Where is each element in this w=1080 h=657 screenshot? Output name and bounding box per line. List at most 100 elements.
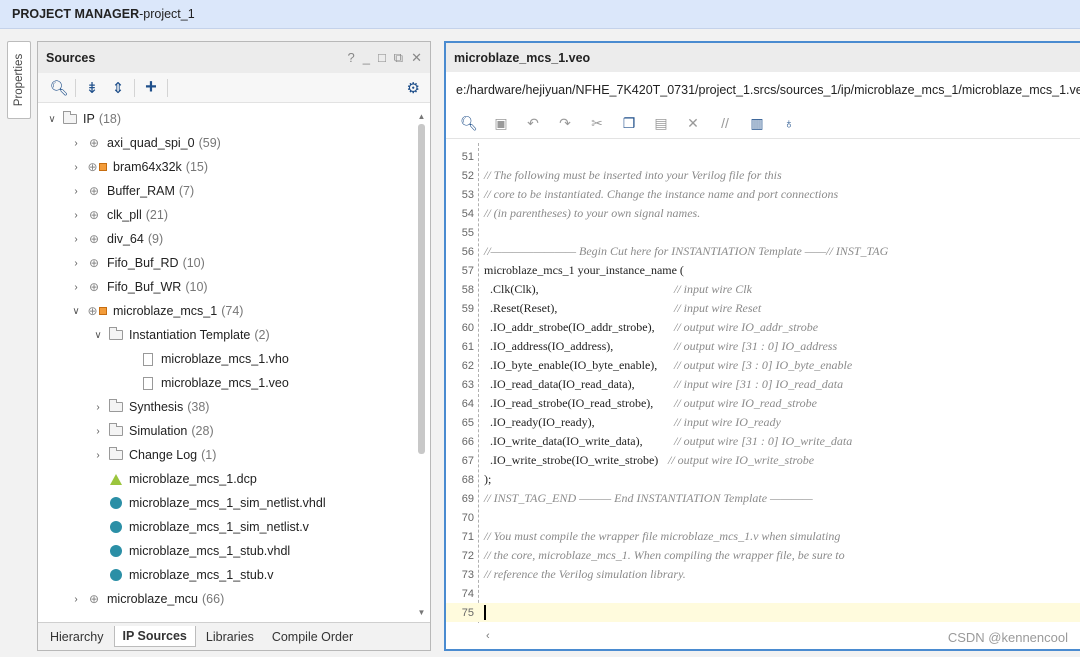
ip-core-icon: ⊕	[88, 232, 100, 246]
tree-item[interactable]: › ⊕ bram64x32k (15)	[70, 156, 208, 178]
chevron-right-icon[interactable]: ›	[70, 258, 82, 269]
tree-item-count: (15)	[185, 160, 209, 174]
chevron-right-icon[interactable]: ›	[92, 450, 104, 461]
tree-item-count: (21)	[145, 208, 168, 222]
close-icon[interactable]: ✕	[411, 50, 422, 66]
chevron-right-icon[interactable]: ›	[70, 162, 82, 173]
line-number: 57	[461, 264, 474, 277]
chevron-right-icon[interactable]: ›	[70, 234, 82, 245]
tree-item[interactable]: microblaze_mcs_1.vho	[114, 348, 289, 370]
tree-scrollbar[interactable]: ▲ ▼	[416, 112, 427, 617]
tree-item[interactable]: › Synthesis (38)	[92, 396, 209, 418]
insert-template-icon[interactable]: ▥	[742, 111, 772, 135]
tree-item[interactable]: › ⊕ Fifo_Buf_WR (10)	[70, 276, 207, 298]
tree-item[interactable]: › ⊕ axi_quad_spi_0 (59)	[70, 132, 220, 154]
tree-item[interactable]: ∨ IP (18)	[46, 108, 121, 130]
tab-ip-sources[interactable]: IP Sources	[113, 626, 196, 647]
code-text: .IO_write_data(IO_write_data),	[484, 434, 643, 448]
tree-item[interactable]: › ⊕ div_64 (9)	[70, 228, 163, 250]
tree-item[interactable]: › ⊕ Fifo_Buf_RD (10)	[70, 252, 204, 274]
hdl-file-icon	[108, 544, 124, 558]
chevron-right-icon[interactable]: ›	[70, 594, 82, 605]
line-number: 51	[461, 150, 474, 163]
tree-item-count: (1)	[201, 448, 217, 462]
chevron-down-icon[interactable]: ∨	[92, 330, 104, 341]
tab-compile-order[interactable]: Compile Order	[264, 627, 361, 647]
code-line: 59 .Reset(Reset), // input wire Reset	[446, 299, 1080, 318]
delete-icon[interactable]: ✕	[678, 111, 708, 135]
tree-item-count: (38)	[187, 400, 210, 414]
line-number: 73	[461, 568, 474, 581]
tree-item[interactable]: microblaze_mcs_1_stub.vhdl	[92, 540, 290, 562]
tab-libraries[interactable]: Libraries	[198, 627, 262, 647]
lightbulb-icon[interactable]: ♁	[774, 111, 804, 135]
tree-item[interactable]: › ⊕ Buffer_RAM (7)	[70, 180, 194, 202]
tree-item-count: (2)	[254, 328, 270, 342]
copy-icon[interactable]: ❐	[614, 111, 644, 135]
file-path: e:/hardware/hejiyuan/NFHE_7K420T_0731/pr…	[446, 72, 1080, 108]
line-number: 52	[461, 169, 474, 182]
minimize-icon[interactable]: _	[363, 50, 370, 66]
tree-item[interactable]: microblaze_mcs_1.dcp	[92, 468, 257, 490]
tab-hierarchy[interactable]: Hierarchy	[42, 627, 112, 647]
code-comment: // reference the Verilog simulation libr…	[484, 567, 686, 581]
chevron-right-icon[interactable]: ›	[70, 138, 82, 149]
search-icon[interactable]: 🔍︎	[454, 111, 484, 135]
code-line: 71 // You must compile the wrapper file m…	[446, 527, 1080, 546]
tree-item[interactable]: ∨ Instantiation Template (2)	[92, 324, 270, 346]
maximize-icon[interactable]: □	[378, 50, 386, 66]
properties-side-tab[interactable]: Properties	[7, 41, 31, 119]
tree-item-count: (74)	[221, 304, 244, 318]
comment-icon[interactable]: //	[710, 111, 740, 135]
help-icon[interactable]: ?	[347, 50, 354, 66]
code-area[interactable]: 51 52 // The following must be inserted in…	[446, 143, 1080, 623]
paste-icon[interactable]: ▤	[646, 111, 676, 135]
line-number: 75	[461, 606, 474, 619]
watermark: CSDN @kennencool	[947, 630, 1068, 645]
gear-icon[interactable]: ⚙	[407, 79, 420, 97]
code-line: 60 .IO_addr_strobe(IO_addr_strobe), // ou…	[446, 318, 1080, 337]
search-icon[interactable]: 🔍︎	[46, 76, 72, 100]
code-comment: // You must compile the wrapper file mic…	[484, 529, 841, 543]
folder-icon	[108, 423, 124, 438]
cut-icon[interactable]: ✂	[582, 111, 612, 135]
line-number: 54	[461, 207, 474, 220]
chevron-right-icon[interactable]: ›	[92, 426, 104, 437]
ip-core-icon: ⊕	[88, 592, 100, 606]
code-text: .IO_byte_enable(IO_byte_enable),	[484, 358, 658, 372]
tree-item-label: Change Log	[129, 448, 198, 462]
tree-item[interactable]: microblaze_mcs_1.veo	[114, 372, 289, 394]
float-icon[interactable]: ⧉	[394, 50, 403, 66]
scroll-left-icon[interactable]: ‹	[486, 630, 490, 642]
code-comment: // output wire [31 : 0] IO_write_data	[674, 434, 853, 448]
collapse-all-icon[interactable]: ⇟	[79, 76, 105, 100]
text-caret	[484, 605, 486, 620]
code-line: 70	[446, 508, 1080, 527]
chevron-right-icon[interactable]: ›	[70, 210, 82, 221]
chevron-right-icon[interactable]: ›	[70, 186, 82, 197]
line-number: 68	[461, 473, 474, 486]
chevron-down-icon[interactable]: ∨	[46, 114, 58, 125]
tree-item[interactable]: › Simulation (28)	[92, 420, 214, 442]
save-icon[interactable]: ▣	[486, 111, 516, 135]
tree-item[interactable]: › ⊕ microblaze_mcu (66)	[70, 588, 224, 610]
redo-icon[interactable]: ↷	[550, 111, 580, 135]
tree-item[interactable]: › ⊕ clk_pll (21)	[70, 204, 168, 226]
tree-item[interactable]: microblaze_mcs_1_sim_netlist.v	[92, 516, 309, 538]
chevron-down-icon[interactable]: ∨	[70, 306, 82, 317]
tree-item[interactable]: ∨ ⊕ microblaze_mcs_1 (74)	[70, 300, 243, 322]
tree-item-label: microblaze_mcs_1_stub.vhdl	[129, 544, 291, 558]
chevron-right-icon[interactable]: ›	[70, 282, 82, 293]
tree-item-count: (66)	[202, 592, 225, 606]
code-text: .IO_read_data(IO_read_data),	[484, 377, 635, 391]
add-sources-icon[interactable]: +	[138, 76, 164, 100]
tree-item[interactable]: microblaze_mcs_1_stub.v	[92, 564, 274, 586]
undo-icon[interactable]: ↶	[518, 111, 548, 135]
chevron-right-icon[interactable]: ›	[92, 402, 104, 413]
tree-item[interactable]: › Change Log (1)	[92, 444, 216, 466]
tree-item[interactable]: microblaze_mcs_1_sim_netlist.vhdl	[92, 492, 326, 514]
project-name: project_1	[143, 7, 195, 21]
line-number: 62	[461, 359, 474, 372]
expand-all-icon[interactable]: ⇕	[105, 76, 131, 100]
code-comment: // output wire [3 : 0] IO_byte_enable	[674, 358, 853, 372]
